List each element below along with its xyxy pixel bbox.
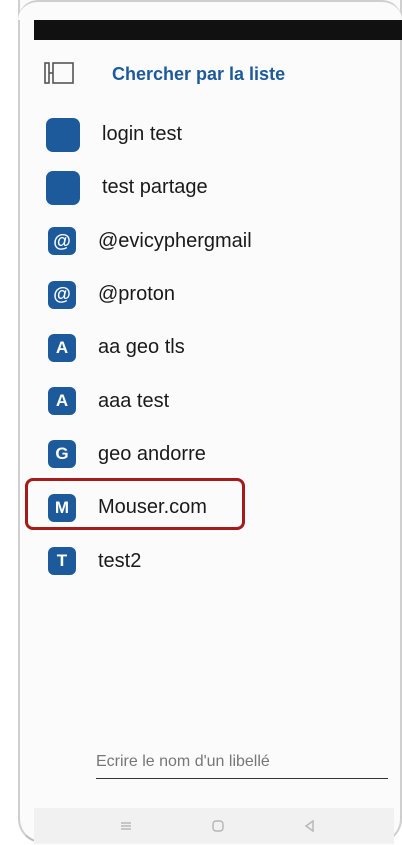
label-list: login test test partage @ @evicyphergmai… <box>34 108 394 588</box>
item-badge: A <box>48 387 76 416</box>
item-label: test2 <box>98 549 142 572</box>
status-bar <box>34 20 402 40</box>
header: Chercher par la liste <box>34 44 394 104</box>
list-item-geo-andorre[interactable]: G geo andorre <box>34 428 394 481</box>
item-label: aaa test <box>98 389 170 412</box>
item-label: Mouser.com <box>98 496 207 519</box>
item-badge: @ <box>48 227 76 256</box>
back-triangle-icon[interactable] <box>302 818 318 834</box>
list-item-mouser[interactable]: M Mouser.com <box>34 481 394 534</box>
item-label: geo andorre <box>98 442 206 465</box>
item-label: login test <box>102 123 183 146</box>
menu-lines-icon[interactable] <box>118 818 134 834</box>
list-item-test2[interactable]: T test2 <box>34 534 394 587</box>
item-badge: G <box>48 440 76 469</box>
label-name-input[interactable] <box>96 750 388 774</box>
item-badge <box>46 170 80 205</box>
item-label: @proton <box>98 283 176 306</box>
list-item-evicyphergmail[interactable]: @ @evicyphergmail <box>34 215 394 268</box>
page-title[interactable]: Chercher par la liste <box>112 64 285 85</box>
list-item-test-partage[interactable]: test partage <box>34 161 394 214</box>
label-name-field-wrapper <box>96 750 388 779</box>
list-item-aaa-test[interactable]: A aaa test <box>34 374 394 427</box>
list-item-aa-geo-tls[interactable]: A aa geo tls <box>34 321 394 374</box>
sidebar-toggle-icon[interactable] <box>42 60 76 86</box>
system-navbar <box>34 808 394 844</box>
item-badge: A <box>48 333 76 362</box>
item-label: aa geo tls <box>98 336 185 359</box>
list-item-login-test[interactable]: login test <box>34 108 394 161</box>
item-label: @evicyphergmail <box>98 229 252 252</box>
list-item-proton[interactable]: @ @proton <box>34 268 394 321</box>
item-badge: @ <box>48 280 76 309</box>
item-label: test partage <box>102 176 208 199</box>
item-badge <box>46 117 80 152</box>
home-square-icon[interactable] <box>210 818 226 834</box>
phone-frame-top <box>18 0 402 20</box>
item-badge: M <box>48 493 76 522</box>
item-badge: T <box>48 547 76 576</box>
